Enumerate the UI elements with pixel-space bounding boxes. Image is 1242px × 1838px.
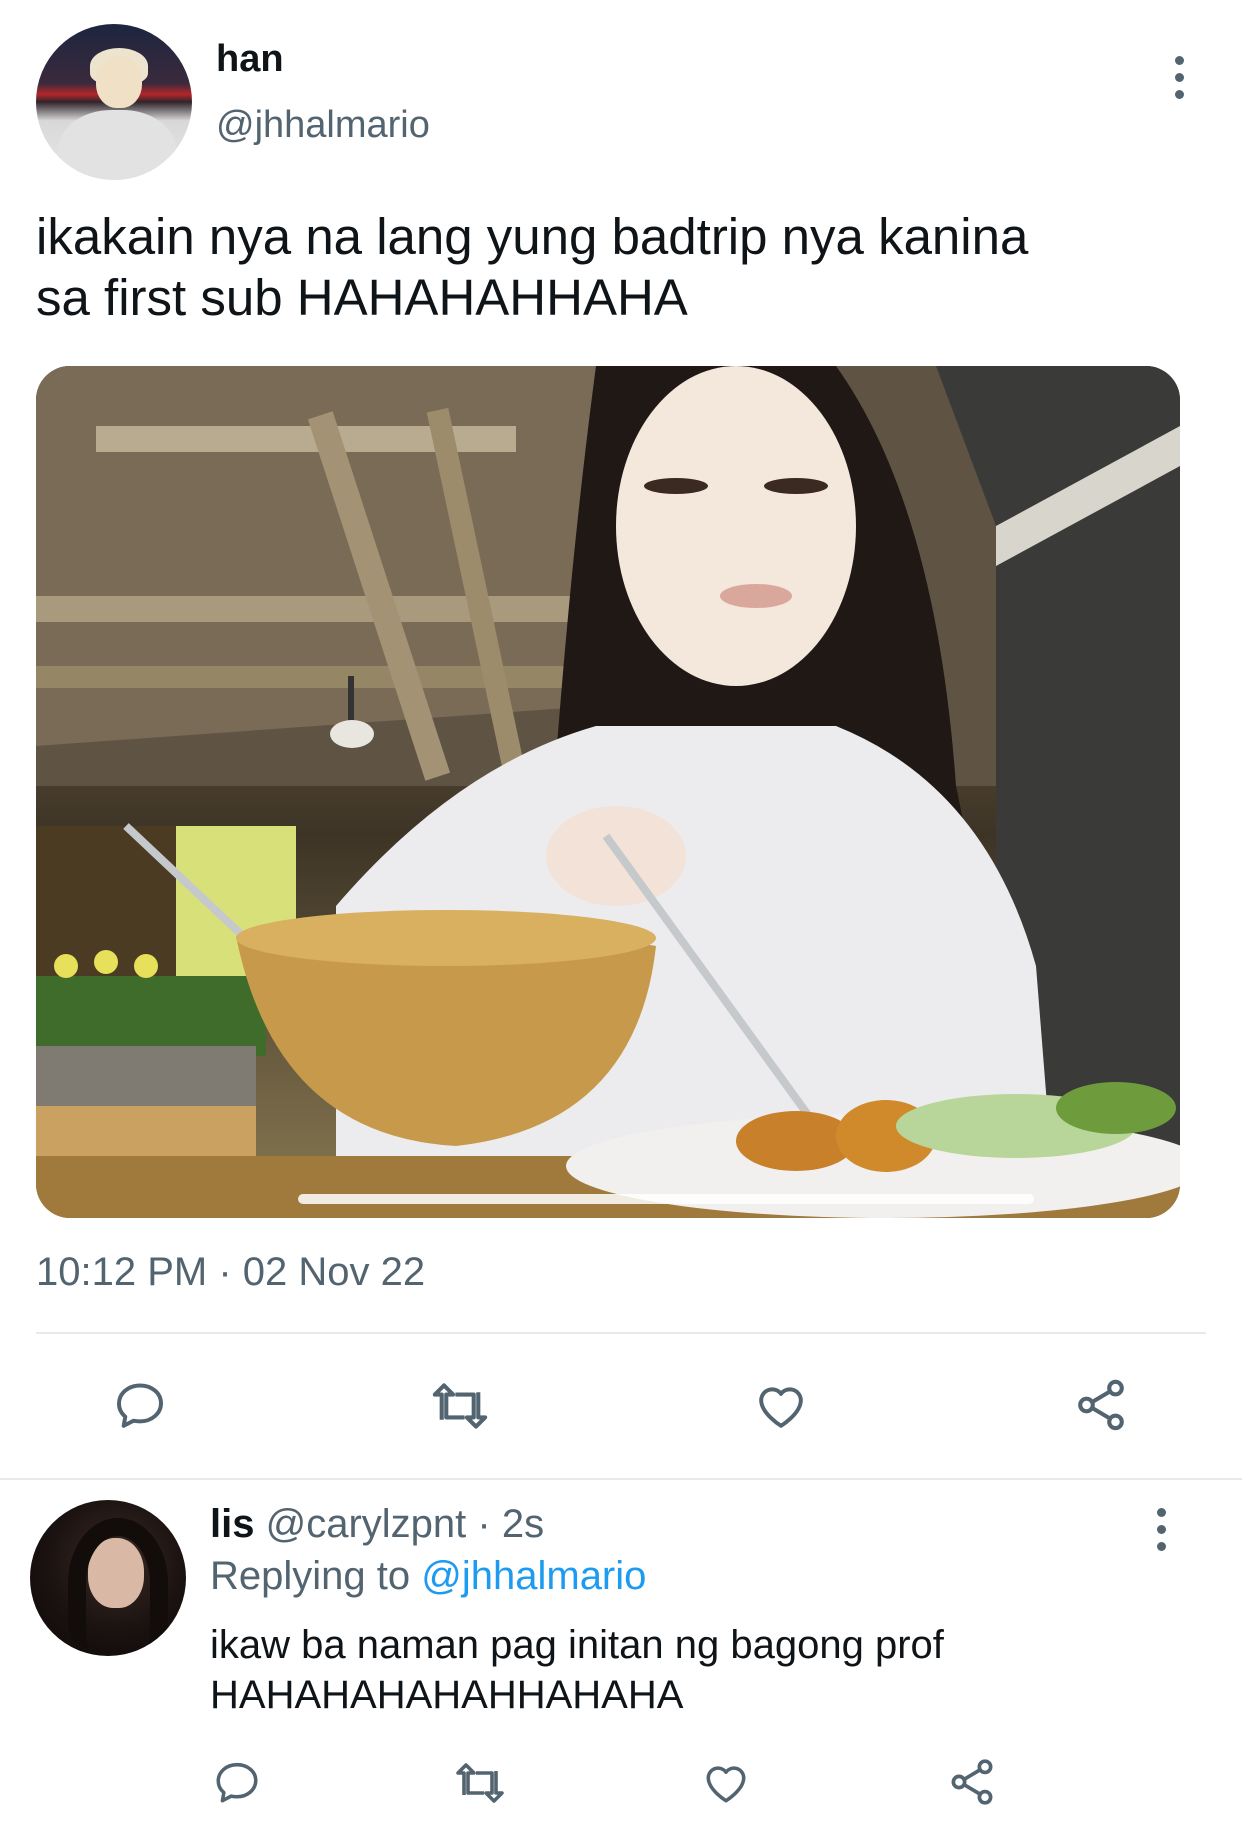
reply-icon[interactable]	[112, 1378, 168, 1434]
video-frame	[36, 366, 1180, 1218]
reply-author-handle[interactable]: @carylzpnt	[266, 1502, 467, 1546]
tweet-text: ikakain nya na lang yung badtrip nya kan…	[36, 206, 1186, 328]
more-options-icon[interactable]	[1151, 1508, 1171, 1551]
replying-to: Replying to @jhhalmario	[210, 1554, 646, 1599]
reply-header: lis @carylzpnt · 2s	[210, 1502, 544, 1547]
separator-dot: ·	[477, 1502, 502, 1546]
like-icon[interactable]	[752, 1378, 810, 1434]
author-name[interactable]: han	[216, 38, 284, 81]
share-icon[interactable]	[1072, 1376, 1130, 1434]
main-tweet: han @jhhalmario ikakain nya na lang yung…	[0, 0, 1242, 1478]
retweet-icon[interactable]	[452, 1758, 508, 1808]
tweet-media-video[interactable]	[36, 366, 1180, 1218]
like-icon[interactable]	[700, 1758, 752, 1808]
replying-to-mention[interactable]: @jhhalmario	[421, 1554, 646, 1598]
reply-tweet[interactable]: lis @carylzpnt · 2s Replying to @jhhalma…	[0, 1480, 1242, 1838]
video-progress-bar[interactable]	[298, 1194, 1034, 1204]
retweet-icon[interactable]	[428, 1378, 492, 1434]
reply-time[interactable]: 2s	[502, 1502, 544, 1546]
reply-text: ikaw ba naman pag initan ng bagong prof …	[210, 1620, 1170, 1720]
share-icon[interactable]	[946, 1756, 998, 1808]
tweet-text-line: sa first sub HAHAHAHHAHA	[36, 269, 688, 326]
reply-icon[interactable]	[212, 1758, 262, 1808]
reply-author-name[interactable]: lis	[210, 1502, 254, 1546]
tweet-timestamp[interactable]: 10:12 PM · 02 Nov 22	[36, 1250, 425, 1295]
author-avatar[interactable]	[36, 24, 192, 180]
author-handle[interactable]: @jhhalmario	[216, 104, 430, 147]
reply-author-avatar[interactable]	[30, 1500, 186, 1656]
replying-to-label: Replying to	[210, 1554, 411, 1598]
reply-text-line: ikaw ba naman pag initan ng bagong prof	[210, 1623, 944, 1667]
more-options-icon[interactable]	[1169, 56, 1189, 99]
tweet-text-line: ikakain nya na lang yung badtrip nya kan…	[36, 208, 1029, 265]
divider	[36, 1332, 1206, 1334]
reply-text-line: HAHAHAHAHAHHAHAHA	[210, 1673, 684, 1717]
